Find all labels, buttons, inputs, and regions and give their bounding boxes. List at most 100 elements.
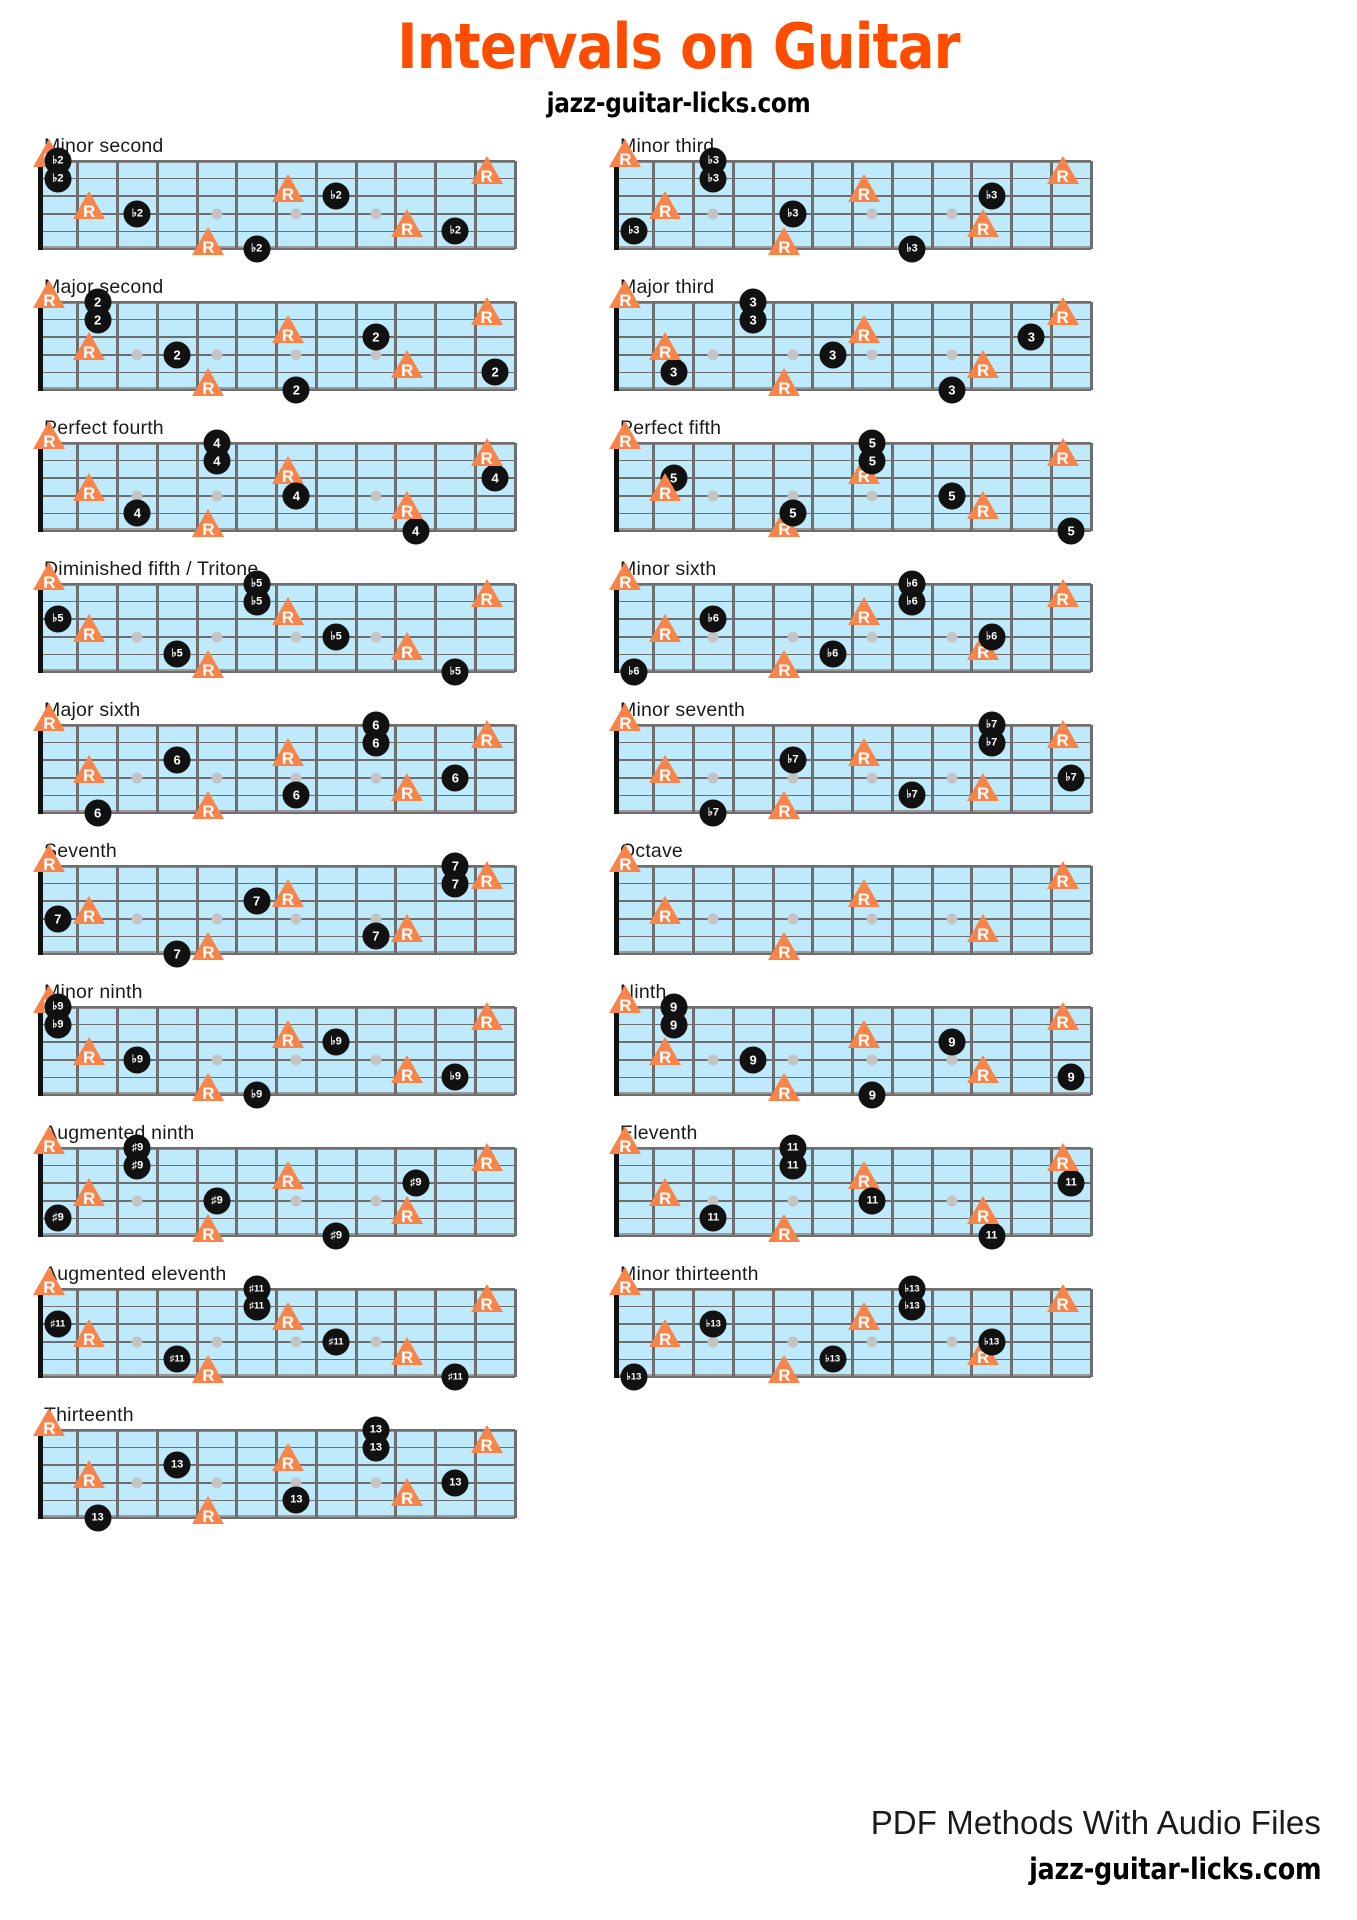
interval-note-marker[interactable]: 5 <box>938 482 966 510</box>
interval-note-marker[interactable]: ♭9 <box>44 1011 72 1039</box>
interval-note-marker[interactable]: ♭2 <box>243 235 271 263</box>
interval-note-marker[interactable]: 9 <box>739 1046 767 1074</box>
fret-inlay-dot <box>370 1477 382 1489</box>
interval-note-marker[interactable]: ♯9 <box>123 1152 151 1180</box>
interval-note-marker[interactable]: 11 <box>1057 1169 1085 1197</box>
interval-note-marker[interactable]: 11 <box>779 1152 807 1180</box>
interval-note-marker[interactable]: ♯11 <box>44 1310 72 1338</box>
interval-note-marker[interactable]: 7 <box>441 870 469 898</box>
fret-line <box>930 584 934 672</box>
interval-note-marker[interactable]: ♯11 <box>441 1363 469 1391</box>
interval-note-marker[interactable]: ♭9 <box>123 1046 151 1074</box>
fretboard: R♭9R♭9R♭9R♭9R♭9R♭9 <box>28 984 517 1109</box>
interval-note-marker[interactable]: ♭5 <box>441 658 469 686</box>
interval-note-marker[interactable]: 6 <box>84 799 112 827</box>
interval-note-marker[interactable]: 6 <box>441 764 469 792</box>
interval-note-marker[interactable]: ♭7 <box>978 729 1006 757</box>
interval-note-marker[interactable]: 2 <box>481 358 509 386</box>
interval-note-marker[interactable]: 9 <box>858 1081 886 1109</box>
interval-note-marker[interactable]: ♯9 <box>402 1169 430 1197</box>
interval-note-marker[interactable]: ♭9 <box>441 1063 469 1091</box>
interval-note-marker[interactable]: 5 <box>779 499 807 527</box>
interval-note-marker[interactable]: ♭6 <box>819 640 847 668</box>
interval-note-marker[interactable]: ♭2 <box>123 200 151 228</box>
interval-note-marker[interactable]: ♯9 <box>44 1204 72 1232</box>
fret-line <box>692 161 695 249</box>
interval-note-marker[interactable]: ♭3 <box>898 235 926 263</box>
interval-note-marker[interactable]: ♯11 <box>322 1328 350 1356</box>
interval-note-marker[interactable]: 4 <box>123 499 151 527</box>
interval-note-marker[interactable]: ♭2 <box>322 182 350 210</box>
fret-line <box>116 1289 119 1377</box>
interval-note-marker[interactable]: 9 <box>660 1011 688 1039</box>
interval-note-marker[interactable]: 5 <box>1057 517 1085 545</box>
interval-note-marker[interactable]: 11 <box>699 1204 727 1232</box>
interval-note-marker[interactable]: 3 <box>1017 323 1045 351</box>
interval-note-marker[interactable]: ♯11 <box>163 1345 191 1373</box>
interval-note-marker[interactable]: ♭7 <box>898 781 926 809</box>
interval-note-marker[interactable]: 7 <box>44 905 72 933</box>
interval-note-marker[interactable]: ♭13 <box>699 1310 727 1338</box>
interval-note-marker[interactable]: ♭6 <box>620 658 648 686</box>
interval-note-marker[interactable]: ♭2 <box>441 217 469 245</box>
interval-note-marker[interactable]: 4 <box>402 517 430 545</box>
interval-note-marker[interactable]: 2 <box>163 341 191 369</box>
interval-note-marker[interactable]: 3 <box>739 306 767 334</box>
interval-note-marker[interactable]: 2 <box>362 323 390 351</box>
root-note-label: R <box>281 184 295 204</box>
interval-note-marker[interactable]: 4 <box>203 447 231 475</box>
interval-note-marker[interactable]: ♭13 <box>898 1293 926 1321</box>
interval-note-marker[interactable]: ♭9 <box>322 1028 350 1056</box>
interval-note-marker[interactable]: 7 <box>163 940 191 968</box>
interval-note-marker[interactable]: 9 <box>1057 1063 1085 1091</box>
interval-note-marker[interactable]: 7 <box>243 887 271 915</box>
fret-line <box>1089 584 1093 672</box>
interval-note-marker[interactable]: 11 <box>858 1187 886 1215</box>
interval-note-marker[interactable]: ♭2 <box>44 165 72 193</box>
fret-line <box>116 866 119 954</box>
interval-note-marker[interactable]: ♭3 <box>620 217 648 245</box>
interval-note-marker[interactable]: 13 <box>362 1434 390 1462</box>
interval-note-marker[interactable]: ♭7 <box>1057 764 1085 792</box>
interval-note-marker[interactable]: 6 <box>163 746 191 774</box>
interval-note-marker[interactable]: ♭5 <box>322 623 350 651</box>
interval-note-marker[interactable]: 13 <box>163 1451 191 1479</box>
interval-note-marker[interactable]: 13 <box>441 1469 469 1497</box>
interval-note-marker[interactable]: 4 <box>282 482 310 510</box>
interval-note-marker[interactable]: ♭3 <box>699 165 727 193</box>
interval-note-marker[interactable]: ♯9 <box>203 1187 231 1215</box>
interval-note-marker[interactable]: 13 <box>84 1504 112 1532</box>
interval-note-marker[interactable]: ♭5 <box>44 605 72 633</box>
interval-note-marker[interactable]: ♭13 <box>819 1345 847 1373</box>
interval-note-marker[interactable]: ♭13 <box>978 1328 1006 1356</box>
interval-note-marker[interactable]: 6 <box>282 781 310 809</box>
interval-note-marker[interactable]: ♭9 <box>243 1081 271 1109</box>
interval-note-marker[interactable]: 7 <box>362 922 390 950</box>
interval-note-marker[interactable]: ♭7 <box>699 799 727 827</box>
interval-note-marker[interactable]: 11 <box>978 1222 1006 1250</box>
interval-note-marker[interactable]: ♭6 <box>699 605 727 633</box>
interval-note-marker[interactable]: ♭5 <box>243 588 271 616</box>
interval-note-marker[interactable]: 4 <box>481 464 509 492</box>
interval-note-marker[interactable]: ♭6 <box>898 588 926 616</box>
interval-note-marker[interactable]: ♭3 <box>779 200 807 228</box>
interval-note-marker[interactable]: ♭3 <box>978 182 1006 210</box>
interval-note-marker[interactable]: ♭5 <box>163 640 191 668</box>
interval-note-marker[interactable]: 6 <box>362 729 390 757</box>
interval-note-marker[interactable]: 5 <box>858 447 886 475</box>
interval-note-marker[interactable]: 2 <box>84 306 112 334</box>
interval-note-marker[interactable]: ♭7 <box>779 746 807 774</box>
root-note-label: R <box>1056 590 1069 610</box>
interval-note-marker[interactable]: 13 <box>282 1486 310 1514</box>
interval-note-marker[interactable]: ♭13 <box>620 1363 648 1391</box>
interval-note-marker[interactable]: 9 <box>938 1028 966 1056</box>
interval-note-marker[interactable]: ♯11 <box>243 1293 271 1321</box>
interval-note-marker[interactable]: 2 <box>282 376 310 404</box>
interval-note-marker[interactable]: ♯9 <box>322 1222 350 1250</box>
root-note-label: R <box>480 167 493 187</box>
interval-note-marker[interactable]: 3 <box>660 358 688 386</box>
interval-note-marker[interactable]: 3 <box>938 376 966 404</box>
interval-note-marker[interactable]: 3 <box>819 341 847 369</box>
string-line <box>38 1499 515 1502</box>
interval-note-marker[interactable]: ♭6 <box>978 623 1006 651</box>
